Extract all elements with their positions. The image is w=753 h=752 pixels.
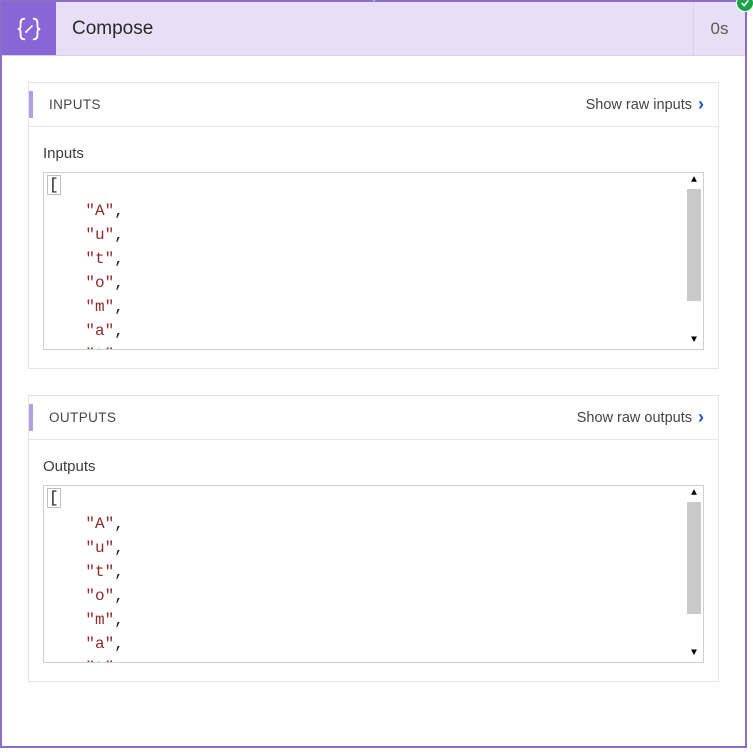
outputs-panel: OUTPUTS Show raw outputs › Outputs [ "A"… bbox=[28, 395, 719, 682]
outputs-code: [ "A", "u", "t", "o", "m", "a", "t" bbox=[44, 486, 703, 663]
inputs-panel-header: INPUTS Show raw inputs › bbox=[29, 83, 718, 127]
show-raw-inputs-label: Show raw inputs bbox=[586, 97, 692, 113]
compose-action-card: Compose 0s INPUTS Show raw inputs › Inpu… bbox=[0, 0, 747, 748]
inputs-panel: INPUTS Show raw inputs › Inputs [ "A", "… bbox=[28, 82, 719, 369]
outputs-panel-body: Outputs [ "A", "u", "t", "o", "m", "a", … bbox=[29, 440, 718, 681]
check-icon bbox=[740, 0, 750, 8]
scroll-thumb[interactable] bbox=[687, 189, 701, 301]
scroll-down-icon[interactable]: ▼ bbox=[687, 648, 701, 660]
card-header[interactable]: Compose 0s bbox=[2, 2, 745, 56]
outputs-code-box[interactable]: [ "A", "u", "t", "o", "m", "a", "t" ▲ ▼ bbox=[43, 485, 704, 663]
outputs-panel-header: OUTPUTS Show raw outputs › bbox=[29, 396, 718, 440]
braces-icon bbox=[14, 14, 44, 44]
outputs-scrollbar[interactable]: ▲ ▼ bbox=[687, 488, 701, 660]
compose-icon bbox=[2, 2, 56, 55]
inputs-panel-title: INPUTS bbox=[43, 97, 101, 112]
outputs-body-label: Outputs bbox=[43, 458, 704, 475]
inputs-body-label: Inputs bbox=[43, 145, 704, 162]
inputs-panel-body: Inputs [ "A", "u", "t", "o", "m", "a", "… bbox=[29, 127, 718, 368]
outputs-panel-title: OUTPUTS bbox=[43, 410, 116, 425]
inputs-code-box[interactable]: [ "A", "u", "t", "o", "m", "a", "t" ▲ ▼ bbox=[43, 172, 704, 350]
card-title: Compose bbox=[56, 2, 693, 55]
chevron-right-icon: › bbox=[698, 407, 704, 428]
scroll-up-icon[interactable]: ▲ bbox=[687, 175, 701, 187]
scroll-thumb[interactable] bbox=[687, 502, 701, 614]
scroll-down-icon[interactable]: ▼ bbox=[687, 335, 701, 347]
card-duration: 0s bbox=[693, 2, 745, 55]
show-raw-outputs-link[interactable]: Show raw outputs › bbox=[577, 407, 704, 428]
connector-arrow-down-icon bbox=[366, 0, 382, 2]
inputs-code: [ "A", "u", "t", "o", "m", "a", "t" bbox=[44, 173, 703, 350]
card-body: INPUTS Show raw inputs › Inputs [ "A", "… bbox=[2, 56, 745, 682]
inputs-scrollbar[interactable]: ▲ ▼ bbox=[687, 175, 701, 347]
chevron-right-icon: › bbox=[698, 94, 704, 115]
show-raw-outputs-label: Show raw outputs bbox=[577, 410, 692, 426]
show-raw-inputs-link[interactable]: Show raw inputs › bbox=[586, 94, 704, 115]
scroll-up-icon[interactable]: ▲ bbox=[687, 488, 701, 500]
